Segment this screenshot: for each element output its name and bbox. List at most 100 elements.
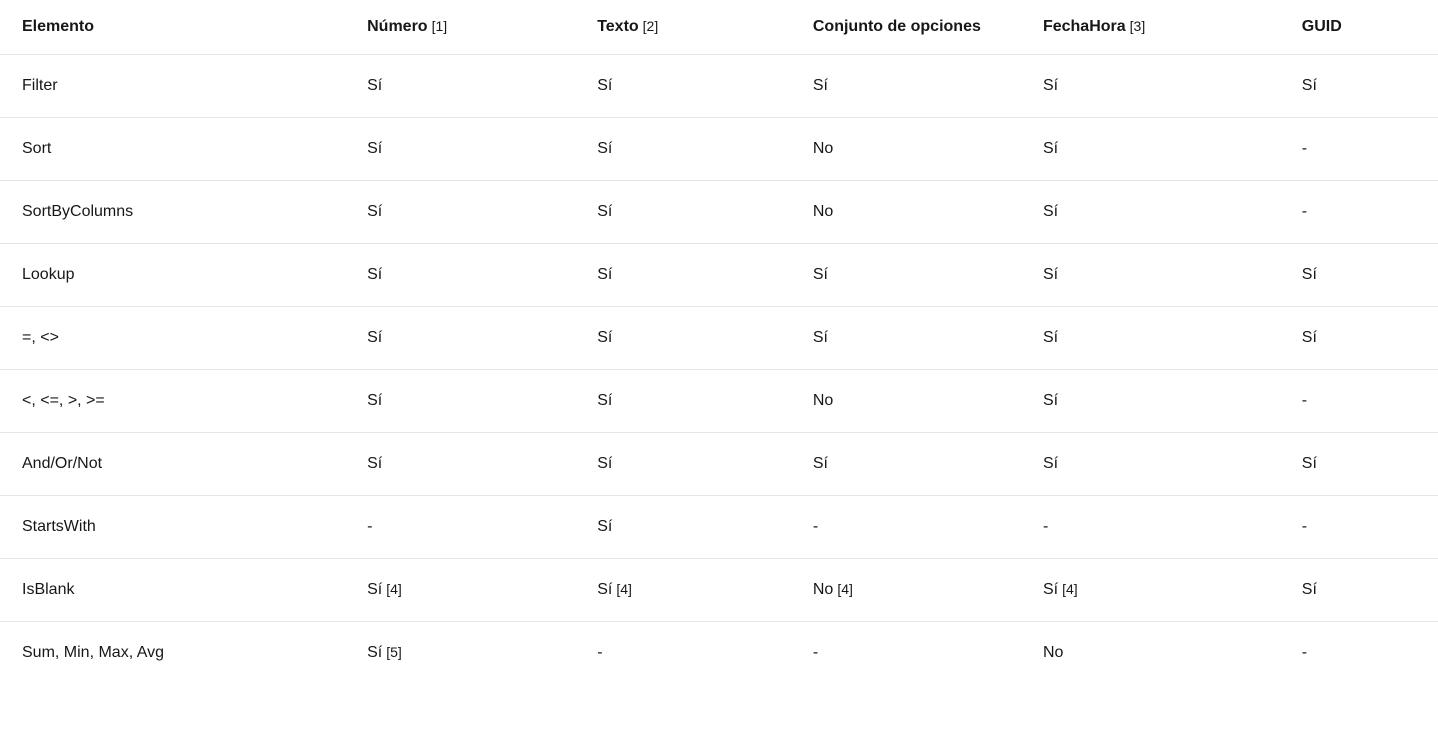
cell-value: - [1302,644,1307,661]
table-cell: Sí [1021,55,1280,118]
table-cell: - [791,622,1021,685]
delegation-support-table: ElementoNúmero[1]Texto[2]Conjunto de opc… [0,0,1438,684]
table-cell: Sí [791,307,1021,370]
table-row: Sum, Min, Max, AvgSí[5]--No- [0,622,1438,685]
table-cell: StartsWith [0,496,345,559]
table-header: ElementoNúmero[1]Texto[2]Conjunto de opc… [0,0,1438,55]
cell-value: Sí [1043,455,1058,472]
column-header: Conjunto de opciones [791,0,1021,55]
cell-value: Sí [597,203,612,220]
cell-value: Sí [1043,581,1058,598]
table-cell: Sí [575,496,791,559]
table-cell: Sí [575,55,791,118]
cell-value: No [813,203,833,220]
table-row: =, <> Sí Sí Sí Sí Sí [0,307,1438,370]
cell-value: Sí [1302,455,1317,472]
table-cell: - [1280,496,1438,559]
cell-value: Sí [367,266,382,283]
table-cell: Sí [791,433,1021,496]
cell-note: [5] [386,644,402,660]
table-cell: Sí [791,55,1021,118]
table-cell: <, <=, >, >= [0,370,345,433]
cell-value: Sort [22,140,51,157]
table-cell: Sí [1021,433,1280,496]
table-cell: Sí [1280,307,1438,370]
cell-value: Sí [367,329,382,346]
table-cell: - [345,496,575,559]
table-cell: Sí [345,433,575,496]
column-header-label: Elemento [22,18,94,35]
table-cell: Sí [1280,244,1438,307]
table-cell: Sum, Min, Max, Avg [0,622,345,685]
cell-value: Sí [1043,203,1058,220]
table-cell: No [791,370,1021,433]
table-cell: No [791,181,1021,244]
cell-value: Sí [367,644,382,661]
table-cell: - [575,622,791,685]
cell-value: Sí [1043,329,1058,346]
table-cell: Sí [1021,307,1280,370]
column-header-label: Texto [597,18,638,35]
cell-value: Sí [1043,77,1058,94]
table-header-row: ElementoNúmero[1]Texto[2]Conjunto de opc… [0,0,1438,55]
table-cell: Sí [1021,370,1280,433]
cell-value: - [813,644,818,661]
table-cell: Sí[4] [345,559,575,622]
table-cell: - [791,496,1021,559]
column-header: Número[1] [345,0,575,55]
table-cell: Sí[5] [345,622,575,685]
cell-value: Sí [1302,329,1317,346]
cell-value: No [1043,644,1063,661]
table-row: IsBlankSí[4]Sí[4]No[4]Sí[4]Sí [0,559,1438,622]
cell-value: Sí [597,518,612,535]
cell-value: - [1302,203,1307,220]
cell-value: Sí [367,455,382,472]
cell-value: Sí [813,77,828,94]
table-cell: Sí [1280,433,1438,496]
table-cell: Sí [345,55,575,118]
column-header: Elemento [0,0,345,55]
cell-value: No [813,392,833,409]
cell-note: [4] [1062,581,1078,597]
table-cell: No [791,118,1021,181]
column-header-label: Número [367,18,427,35]
column-header: GUID [1280,0,1438,55]
cell-value: Sí [597,329,612,346]
cell-value: <, <=, >, >= [22,392,105,409]
table-cell: Sí [575,433,791,496]
cell-value: Sí [597,581,612,598]
table-cell: Sí [345,370,575,433]
cell-value: Filter [22,77,58,94]
cell-value: Sí [597,140,612,157]
table-cell: Sí [345,307,575,370]
table-cell: =, <> [0,307,345,370]
table-cell: Sí [1280,559,1438,622]
table-cell: Sí [1021,118,1280,181]
table-cell: No [1021,622,1280,685]
cell-value: Sí [813,455,828,472]
table-cell: Sí [1021,181,1280,244]
cell-value: - [1302,392,1307,409]
table-row: LookupSíSíSíSíSí [0,244,1438,307]
table-cell: - [1280,622,1438,685]
cell-value: Sí [367,392,382,409]
table-body: FilterSíSíSíSíSíSortSíSíNoSí-SortByColum… [0,55,1438,685]
cell-value: Sí [1043,140,1058,157]
table-cell: No[4] [791,559,1021,622]
table-cell: Sí [575,370,791,433]
cell-value: IsBlank [22,581,74,598]
table-cell: - [1280,181,1438,244]
cell-value: Sí [597,455,612,472]
cell-note: [4] [616,581,632,597]
cell-value: No [813,581,833,598]
cell-value: - [1302,518,1307,535]
table-cell: Sí [575,307,791,370]
table-cell: Sí [1021,244,1280,307]
cell-value: =, <> [22,329,59,346]
table-row: StartsWith-Sí--- [0,496,1438,559]
column-header-label: Conjunto de opciones [813,18,981,35]
table-cell: Sí[4] [575,559,791,622]
cell-value: Sí [1043,392,1058,409]
cell-value: Sí [1302,581,1317,598]
column-header-note: [3] [1130,18,1146,34]
